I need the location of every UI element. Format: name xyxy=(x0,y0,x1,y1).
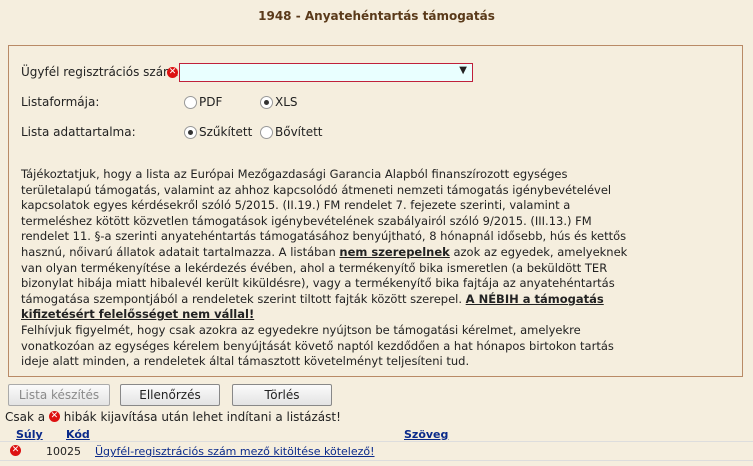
error-code: 10025 xyxy=(46,445,81,458)
error-x-icon: ✕ xyxy=(48,411,60,422)
client-registration-select[interactable]: ▼ xyxy=(179,63,473,82)
radio-extended[interactable]: Bővített xyxy=(260,125,323,139)
header-text[interactable]: Szöveg xyxy=(404,428,448,441)
delete-button[interactable]: Törlés xyxy=(232,384,332,406)
radio-icon[interactable] xyxy=(184,96,197,109)
check-button[interactable]: Ellenőrzés xyxy=(120,384,220,406)
listcontent-label: Lista adattartalma: xyxy=(21,125,136,139)
header-code[interactable]: Kód xyxy=(66,428,90,441)
error-x-icon: ✕ xyxy=(167,67,178,78)
listformat-label: Listaformája: xyxy=(21,95,100,109)
radio-xls[interactable]: XLS xyxy=(260,95,298,109)
error-text-link[interactable]: Ügyfél-regisztrációs szám mező kitöltése… xyxy=(95,445,375,458)
page-title: 1948 - Anyatehéntartás támogatás xyxy=(258,9,495,23)
header-severity[interactable]: Súly xyxy=(16,428,43,441)
radio-icon[interactable] xyxy=(260,126,273,139)
radio-icon[interactable] xyxy=(260,96,273,109)
radio-narrow[interactable]: Szűkített xyxy=(184,125,252,139)
form-panel: Ügyfél regisztrációs szám: ✕ ▼ Listaform… xyxy=(8,45,743,377)
table-row: ✕ 10025 Ügyfél-regisztrációs szám mező k… xyxy=(0,441,753,461)
create-list-button[interactable]: Lista készítés xyxy=(8,384,110,406)
chevron-down-icon[interactable]: ▼ xyxy=(459,65,467,76)
client-label: Ügyfél regisztrációs szám: xyxy=(21,65,179,79)
radio-pdf[interactable]: PDF xyxy=(184,95,222,109)
error-x-icon: ✕ xyxy=(10,445,21,456)
radio-icon[interactable] xyxy=(184,126,197,139)
error-note: Csak a ✕ hibák kijavítása után lehet ind… xyxy=(5,410,341,424)
info-text: Tájékoztatjuk, hogy a lista az Európai M… xyxy=(21,167,628,369)
